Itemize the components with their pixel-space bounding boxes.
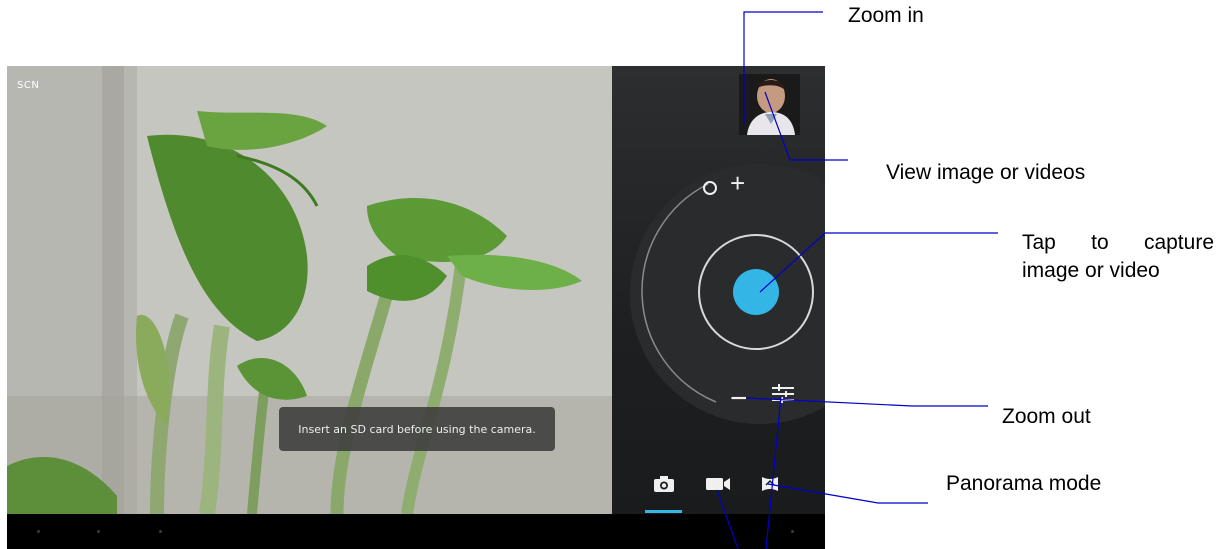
annotation-panorama: Panorama mode — [946, 472, 1102, 495]
annotation-zoom-in: Zoom in — [848, 4, 924, 27]
video-camera-icon — [706, 478, 730, 490]
sd-card-toast: Insert an SD card before using the camer… — [279, 407, 555, 451]
nav-recents-dot[interactable] — [159, 530, 162, 533]
sliders-icon — [772, 384, 794, 403]
nav-home-dot[interactable] — [97, 530, 100, 533]
photo-mode-button[interactable] — [644, 470, 684, 498]
annotation-zoom-out: Zoom out — [1002, 405, 1091, 428]
annotation-capture-line1: Tap to capture — [1022, 231, 1214, 254]
mode-switcher — [612, 468, 825, 514]
annotation-view-media: View image or videos — [886, 161, 1086, 184]
settings-button[interactable] — [770, 382, 796, 404]
panorama-icon — [762, 477, 778, 491]
annotation-capture: Tap to capture image or video — [1022, 229, 1214, 285]
panorama-mode-button[interactable] — [750, 470, 790, 498]
zoom-out-button[interactable]: − — [730, 384, 748, 414]
mode-selected-indicator — [645, 510, 682, 513]
system-navigation-bar — [7, 514, 825, 549]
nav-menu-dot[interactable] — [791, 530, 794, 533]
camera-icon — [654, 476, 674, 492]
video-mode-button[interactable] — [698, 470, 738, 498]
nav-back-dot[interactable] — [37, 530, 40, 533]
zoom-in-button[interactable]: + — [730, 170, 745, 196]
annotation-capture-line2: image or video — [1022, 259, 1160, 282]
scene-mode-indicator[interactable]: SCN — [17, 80, 39, 91]
shutter-button[interactable] — [733, 269, 779, 315]
camera-control-panel: + − — [612, 66, 825, 514]
shutter-ring — [698, 234, 814, 350]
zoom-level-handle[interactable] — [703, 181, 717, 195]
camera-viewfinder[interactable]: SCN Insert an SD card before using the c… — [7, 66, 612, 514]
